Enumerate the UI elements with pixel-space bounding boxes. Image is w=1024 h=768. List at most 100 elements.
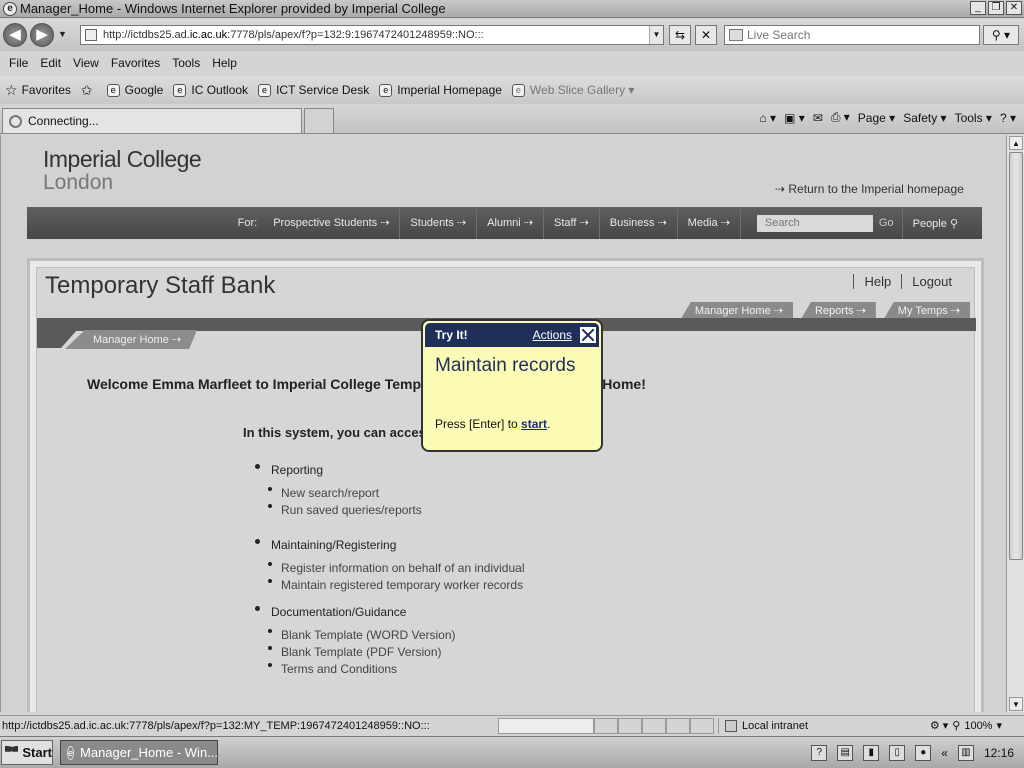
scroll-up-button[interactable]: ▲ bbox=[1009, 136, 1023, 150]
network-tray-icon[interactable]: ▥ bbox=[957, 744, 974, 761]
add-favorite-button[interactable]: ✩ bbox=[81, 82, 97, 99]
nav-media[interactable]: Media ⇢ bbox=[678, 207, 741, 239]
ie-logo-icon: e bbox=[3, 1, 17, 16]
feeds-button[interactable]: ▣ ▾ bbox=[784, 111, 805, 125]
nav-staff[interactable]: Staff ⇢ bbox=[544, 207, 600, 239]
security-zone[interactable]: Local intranet bbox=[718, 717, 814, 734]
menu-favorites[interactable]: Favorites bbox=[105, 56, 166, 70]
live-search-box[interactable] bbox=[724, 25, 980, 45]
taskbar-item-ie[interactable]: e Manager_Home - Win... bbox=[60, 740, 218, 765]
popup-close-icon[interactable] bbox=[578, 325, 598, 345]
help-tray-icon[interactable]: ? bbox=[811, 744, 828, 761]
tools-menu[interactable]: Tools ▾ bbox=[955, 111, 992, 125]
minimize-button[interactable]: _ bbox=[970, 1, 986, 15]
nav-prospective-students[interactable]: Prospective Students ⇢ bbox=[263, 207, 401, 239]
tray-expand-icon[interactable]: « bbox=[941, 746, 948, 760]
section-heading: Documentation/Guidance bbox=[255, 605, 456, 619]
popup-actions-link[interactable]: Actions bbox=[533, 328, 572, 342]
search-go-button[interactable]: ⚲ ▾ bbox=[983, 25, 1019, 45]
fav-imperial-homepage[interactable]: e Imperial Homepage bbox=[379, 83, 502, 97]
page-menu[interactable]: Page ▾ bbox=[858, 111, 895, 125]
help-link[interactable]: Help bbox=[853, 274, 901, 289]
live-search-input[interactable] bbox=[747, 28, 967, 42]
fav-web-slice-gallery-label: Web Slice Gallery bbox=[529, 83, 626, 97]
link-template-pdf[interactable]: Blank Template (PDF Version) bbox=[268, 643, 456, 660]
home-button[interactable]: ⌂ ▾ bbox=[759, 111, 776, 125]
recent-pages-dropdown[interactable]: ▼ bbox=[58, 29, 67, 39]
scroll-down-button[interactable]: ▼ bbox=[1009, 697, 1023, 711]
ie-page-icon: e bbox=[258, 83, 272, 97]
fav-google-label: Google bbox=[124, 83, 164, 97]
favorites-label: Favorites bbox=[21, 83, 71, 97]
top-links: Help Logout bbox=[853, 274, 962, 289]
link-new-search-report[interactable]: New search/report bbox=[268, 484, 422, 501]
breadcrumb-manager-home[interactable]: Manager Home ⇢ bbox=[65, 330, 197, 349]
vertical-scrollbar[interactable]: ▲ ▼ bbox=[1006, 135, 1024, 712]
safety-menu[interactable]: Safety ▾ bbox=[903, 111, 946, 125]
link-maintain-records[interactable]: Maintain registered temporary worker rec… bbox=[268, 576, 524, 593]
logout-link[interactable]: Logout bbox=[901, 274, 962, 289]
nav-alumni[interactable]: Alumni ⇢ bbox=[477, 207, 545, 239]
menu-help[interactable]: Help bbox=[206, 56, 243, 70]
scroll-thumb[interactable] bbox=[1009, 152, 1023, 560]
imperial-logo[interactable]: Imperial College London bbox=[43, 147, 202, 195]
link-run-saved-queries[interactable]: Run saved queries/reports bbox=[268, 501, 422, 518]
progress-bar bbox=[498, 717, 594, 734]
print-button[interactable]: ⎙ ▾ bbox=[831, 110, 850, 125]
tab-current[interactable]: Connecting... bbox=[2, 108, 302, 133]
status-cell bbox=[666, 717, 690, 734]
help-menu[interactable]: ? ▾ bbox=[1000, 111, 1016, 125]
menu-view[interactable]: View bbox=[67, 56, 105, 70]
volume-tray-icon[interactable]: ▯ bbox=[889, 744, 906, 761]
status-cell bbox=[618, 717, 642, 734]
back-button[interactable]: ◀ bbox=[3, 23, 27, 47]
star-icon: ☆ bbox=[5, 81, 18, 98]
forward-button[interactable]: ▶ bbox=[30, 23, 54, 47]
people-search-link[interactable]: People ⚲ bbox=[903, 217, 982, 230]
lightbulb-tray-icon[interactable]: ● bbox=[915, 744, 932, 761]
address-dropdown-button[interactable]: ▼ bbox=[649, 26, 663, 44]
address-url[interactable]: http://ictdbs25.ad.ic.ac.uk:7778/pls/ape… bbox=[103, 29, 649, 41]
language-tray-icon[interactable]: ▤ bbox=[837, 744, 854, 761]
address-field[interactable]: http://ictdbs25.ad.ic.ac.uk:7778/pls/ape… bbox=[80, 25, 664, 45]
return-homepage-link[interactable]: ⇢ Return to the Imperial homepage bbox=[775, 182, 964, 196]
page-icon bbox=[85, 29, 97, 41]
read-mail-button[interactable]: ✉ bbox=[813, 111, 823, 125]
link-terms-conditions[interactable]: Terms and Conditions bbox=[268, 660, 456, 677]
clock[interactable]: 12:16 bbox=[984, 746, 1014, 760]
microphone-tray-icon[interactable]: ▮ bbox=[863, 744, 880, 761]
zoom-control[interactable]: ⚙ ▾ ⚲ 100% ▾ bbox=[930, 719, 1024, 733]
nav-business[interactable]: Business ⇢ bbox=[600, 207, 678, 239]
tab-my-temps[interactable]: My Temps ⇢ bbox=[883, 302, 970, 319]
globe-icon bbox=[725, 719, 737, 732]
fav-google[interactable]: e Google bbox=[106, 83, 164, 97]
menu-tools[interactable]: Tools bbox=[166, 56, 206, 70]
favorites-bar: ☆ Favorites ✩ e Google e IC Outlook e ICT S… bbox=[0, 76, 1024, 104]
menu-file[interactable]: File bbox=[3, 56, 34, 70]
restore-button[interactable]: ❐ bbox=[988, 1, 1004, 15]
bullet-icon bbox=[268, 628, 272, 633]
link-register-information[interactable]: Register information on behalf of an ind… bbox=[268, 559, 524, 576]
new-tab-button[interactable] bbox=[304, 108, 334, 133]
tab-manager-home[interactable]: Manager Home ⇢ bbox=[680, 302, 793, 319]
link-template-word[interactable]: Blank Template (WORD Version) bbox=[268, 626, 456, 643]
close-window-button[interactable]: ✕ bbox=[1006, 1, 1022, 15]
stop-button[interactable]: ✕ bbox=[695, 25, 717, 45]
menu-edit[interactable]: Edit bbox=[34, 56, 67, 70]
refresh-button[interactable]: ⇆ bbox=[669, 25, 691, 45]
chevron-down-icon: ▾ bbox=[628, 83, 635, 97]
fav-ict-service-desk[interactable]: e ICT Service Desk bbox=[258, 83, 369, 97]
bullet-icon bbox=[255, 538, 260, 544]
site-search-go[interactable]: Go bbox=[879, 217, 894, 229]
tab-reports[interactable]: Reports ⇢ bbox=[800, 302, 876, 319]
favorites-button[interactable]: ☆ Favorites bbox=[5, 82, 71, 99]
window-title-bar: e Manager_Home - Windows Internet Explor… bbox=[0, 0, 1024, 18]
nav-students[interactable]: Students ⇢ bbox=[400, 207, 478, 239]
start-button[interactable]: Start bbox=[1, 740, 53, 765]
fav-web-slice-gallery[interactable]: e Web Slice Gallery ▾ bbox=[511, 83, 635, 97]
popup-header: Try It! Actions bbox=[425, 323, 599, 347]
site-search-input[interactable] bbox=[756, 214, 873, 232]
refresh-icon: ⇆ bbox=[674, 28, 686, 42]
fav-ic-outlook[interactable]: e IC Outlook bbox=[173, 83, 248, 97]
popup-start-link[interactable]: start bbox=[521, 417, 547, 431]
